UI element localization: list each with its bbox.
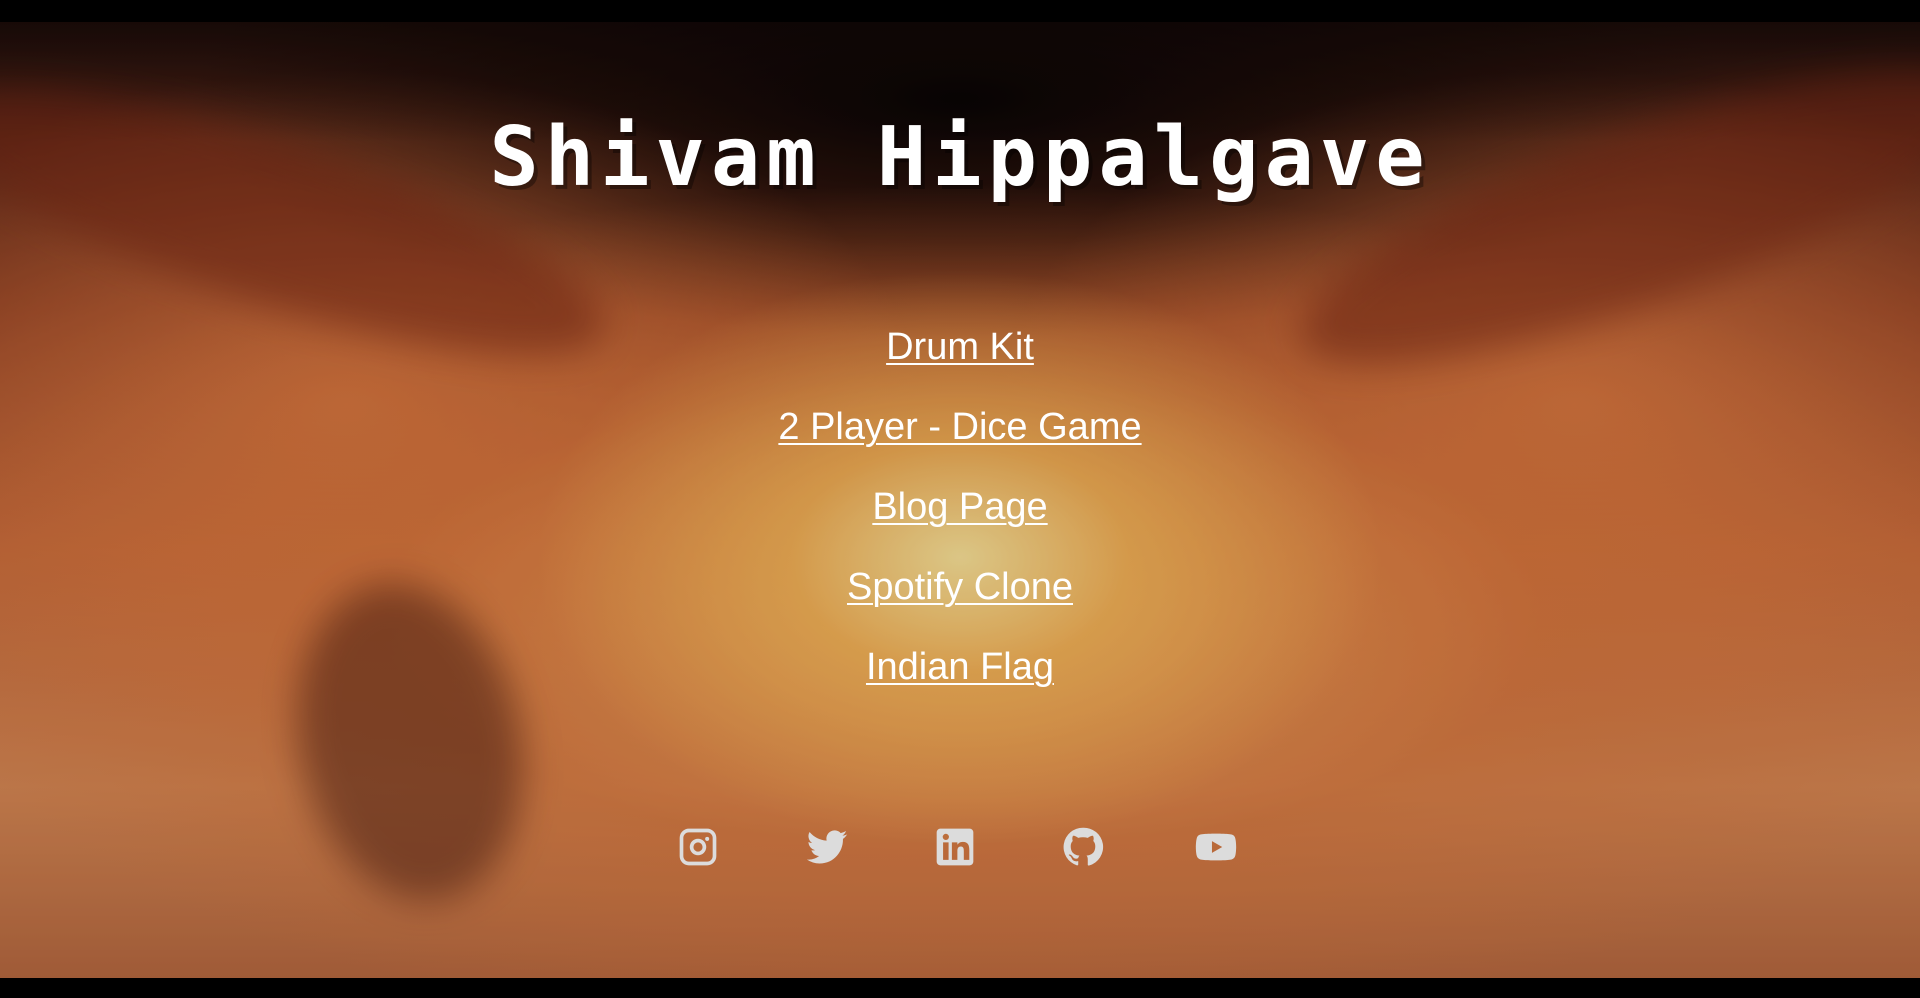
link-drum-kit[interactable]: Drum Kit [886,326,1034,368]
linkedin-icon[interactable] [933,825,977,869]
project-item: Drum Kit [0,322,1920,402]
project-item: Spotify Clone [0,562,1920,642]
link-indian-flag[interactable]: Indian Flag [866,646,1054,688]
project-item: Blog Page [0,482,1920,562]
link-spotify-clone[interactable]: Spotify Clone [847,566,1073,608]
twitter-icon[interactable] [805,825,849,869]
project-links: Drum Kit 2 Player - Dice Game Blog Page … [0,322,1920,722]
hero-background: Shivam Hippalgave Drum Kit 2 Player - Di… [0,22,1920,978]
instagram-icon[interactable] [676,825,720,869]
link-blog-page[interactable]: Blog Page [872,486,1047,528]
page-title: Shivam Hippalgave [489,110,1431,205]
youtube-icon[interactable] [1194,825,1238,869]
project-item: Indian Flag [0,642,1920,722]
social-links [0,825,1920,869]
project-item: 2 Player - Dice Game [0,402,1920,482]
github-icon[interactable] [1061,825,1105,869]
link-dice-game[interactable]: 2 Player - Dice Game [778,406,1141,448]
